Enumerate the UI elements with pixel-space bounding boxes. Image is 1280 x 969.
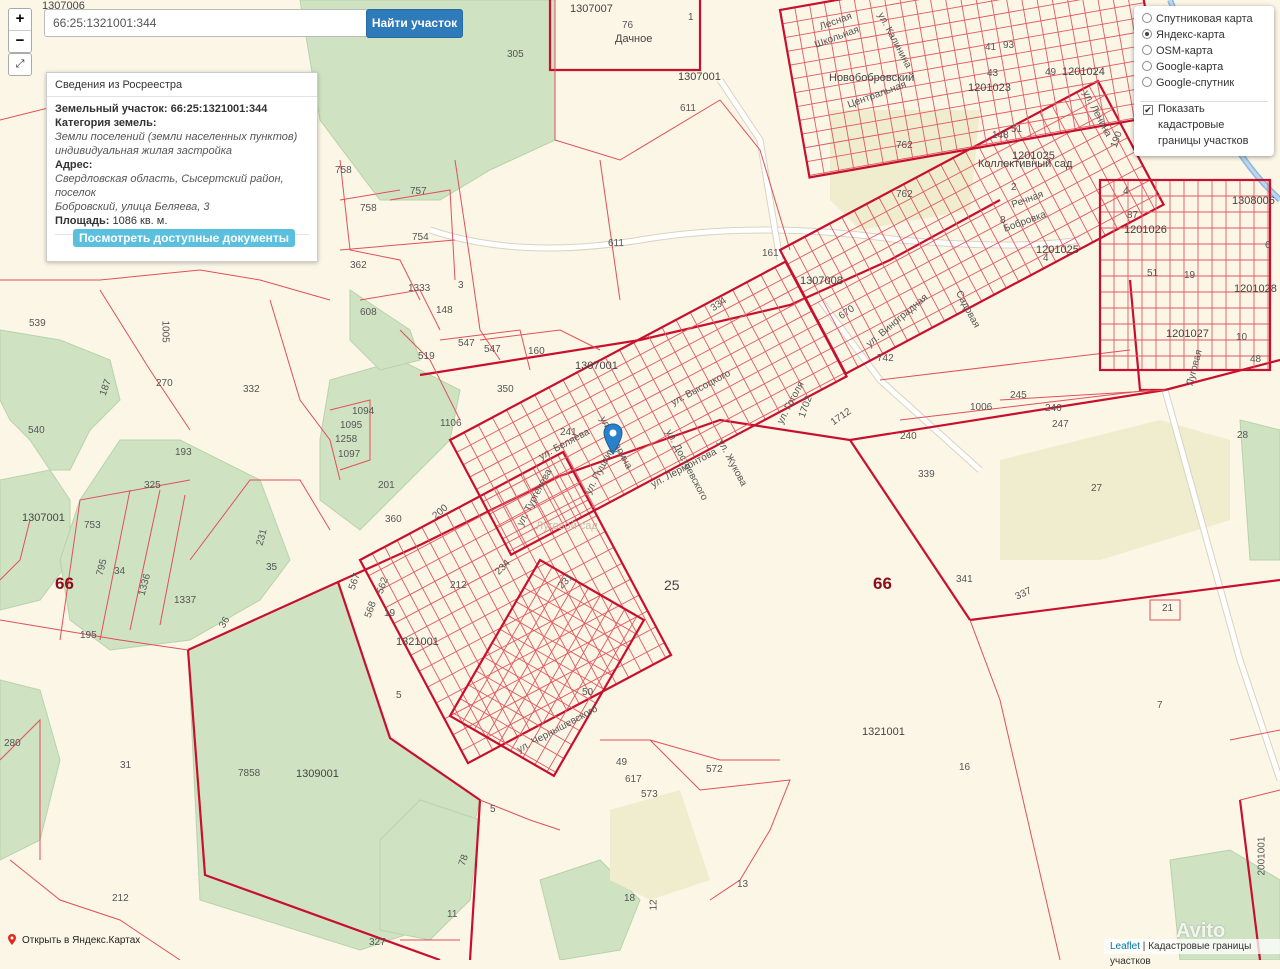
view-documents-button[interactable]: Посмотреть доступные документы (73, 229, 295, 247)
layer-option-osm[interactable]: OSM-карта (1142, 44, 1213, 59)
area-value: 1086 кв. м. (112, 215, 168, 227)
cadastral-boundary-10 (1128, 279, 1165, 392)
settlement-label: Коллективный сад (978, 158, 1073, 170)
leaflet-link[interactable]: Leaflet (1110, 941, 1140, 952)
district-label: 25 (664, 577, 680, 593)
quarter-label: 1201025 (1036, 244, 1079, 256)
address-value: Свердловская область, Сысертский район, … (55, 173, 284, 199)
info-panel-title: Сведения из Росреестра (47, 73, 317, 97)
layer-control: Спутниковая карта Яндекс-карта OSM-карта… (1134, 6, 1274, 156)
quarter-label: 1307007 (570, 3, 613, 15)
quarter-label: 1321001 (396, 636, 439, 648)
open-in-yandex-link[interactable]: Открыть в Яндекс.Картах (8, 934, 140, 946)
layer-option-google-map[interactable]: Google-карта (1142, 60, 1223, 75)
forest-area-west (0, 329, 121, 471)
rosreestr-info-panel: Сведения из Росреестра Земельный участок… (46, 72, 318, 262)
field-south-center (610, 790, 710, 900)
quarter-label: 2001001 (1256, 836, 1268, 876)
quarter-label: 1307001 (678, 71, 721, 83)
forest-area-strip (349, 289, 421, 371)
settlement-label: Луговой сад (536, 520, 598, 532)
zoom-out-button[interactable]: − (9, 30, 31, 52)
parcel-number: 1005 (159, 320, 171, 343)
category-value: Земли поселений (земли населенных пункто… (55, 131, 298, 143)
radio-icon (1142, 77, 1152, 87)
radio-icon (1142, 61, 1152, 71)
fullscreen-icon: ⤢ (15, 58, 25, 70)
cadastral-checkbox-label[interactable]: Показать кадастровые границы участков (1158, 101, 1268, 149)
zoom-control: + − (8, 8, 32, 53)
quarter-label: 1201026 (1124, 224, 1167, 236)
layer-option-satellite[interactable]: Спутниковая карта (1142, 12, 1253, 27)
layer-option-google-satellite[interactable]: Google-спутник (1142, 76, 1234, 91)
quarter-label: 1309001 (296, 768, 339, 780)
parcel-value: 66:25:1321001:344 (170, 103, 268, 115)
settlement-label: Дачное (615, 33, 653, 45)
map-attribution: Leaflet | Кадастровые границы участков (1104, 939, 1280, 967)
quarter-label: 1307001 (575, 360, 618, 372)
cadastral-boundary-7 (1164, 358, 1280, 392)
zoom-in-button[interactable]: + (9, 9, 31, 30)
quarter-label: 1307001 (22, 512, 65, 524)
cadastral-grid-village-east (1098, 178, 1272, 372)
info-panel-body: Земельный участок: 66:25:1321001:344 Кат… (47, 97, 317, 240)
layer-option-yandex[interactable]: Яндекс-карта (1142, 28, 1225, 43)
address-value: Бобровский, улица Беляева, 3 (55, 201, 210, 213)
quarter-label: 1307008 (800, 275, 843, 287)
radio-icon (1142, 45, 1152, 55)
region-label: 66 (873, 574, 892, 593)
fullscreen-button[interactable]: ⤢ (8, 53, 32, 76)
category-label: Категория земель: (55, 117, 157, 129)
find-parcel-button[interactable]: Найти участок (366, 9, 463, 38)
parcel-number: 12 (648, 899, 660, 911)
selected-parcel-marker[interactable] (603, 423, 623, 455)
quarter-label: 1201027 (1166, 328, 1209, 340)
area-label: Площадь: (55, 215, 110, 227)
yandex-pin-icon (8, 934, 16, 945)
quarter-label: 1201024 (1062, 66, 1105, 78)
cadastral-search-input[interactable] (44, 9, 370, 37)
address-label: Адрес: (55, 159, 93, 171)
quarter-label: 1201023 (968, 82, 1011, 94)
quarter-label: 1321001 (862, 726, 905, 738)
region-label: 66 (55, 574, 74, 593)
radio-icon (1142, 13, 1152, 23)
quarter-label: 1308006 (1232, 195, 1275, 207)
quarter-label: 1201028 (1234, 283, 1277, 295)
radio-selected-icon (1142, 29, 1152, 39)
cadastral-checkbox[interactable]: ✔ (1143, 105, 1153, 115)
category-value: индивидуальная жилая застройка (55, 145, 233, 157)
forest-area-east-strip (1239, 419, 1280, 561)
map-pin-icon (603, 423, 623, 455)
parcel-label: Земельный участок: (55, 103, 168, 115)
forest-area-southwest (0, 679, 61, 861)
